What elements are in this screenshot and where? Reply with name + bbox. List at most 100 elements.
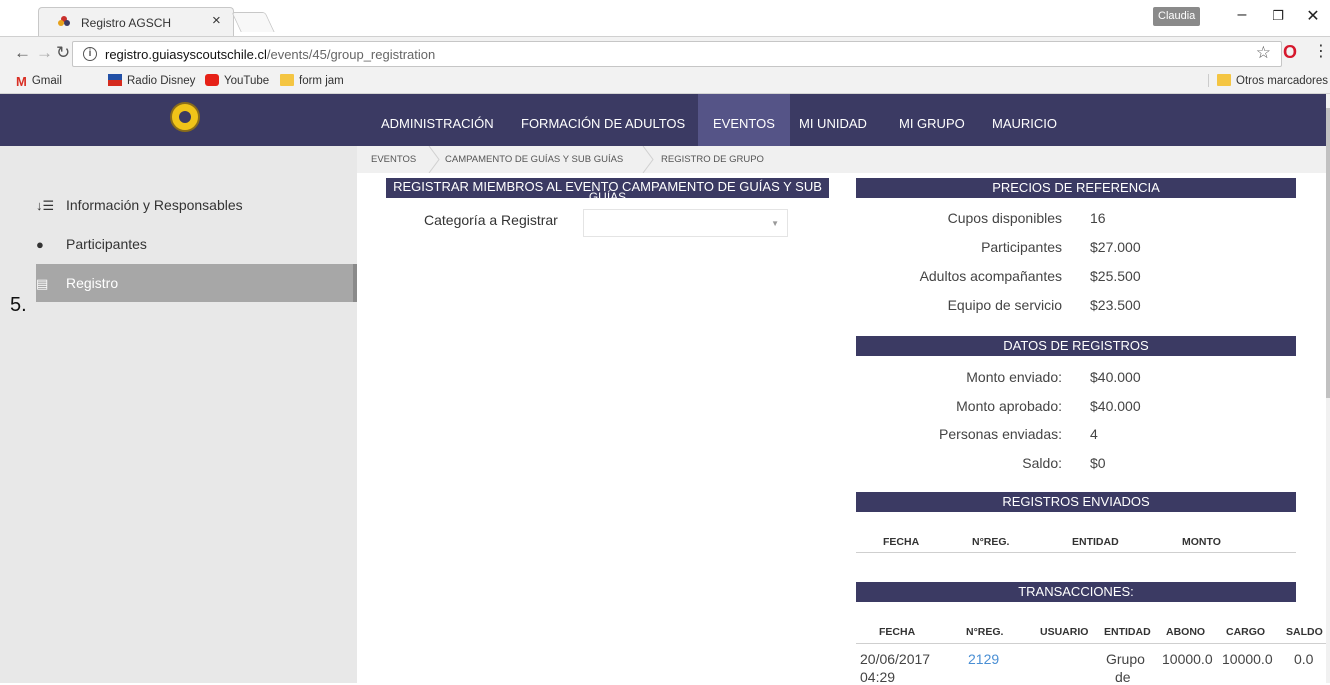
scrollbar-thumb[interactable] (1326, 108, 1330, 398)
nav-eventos[interactable]: EVENTOS (698, 94, 790, 146)
column-header-abono: ABONO (1166, 626, 1206, 638)
opera-extension-icon[interactable]: O (1283, 42, 1297, 63)
registry-value: $0 (1090, 455, 1106, 471)
user-icon: ● (36, 237, 44, 252)
registry-label: Personas enviadas: (939, 426, 1062, 442)
annotation-marker: 5. (10, 294, 27, 316)
cell-abono: 10000.0 (1162, 651, 1213, 667)
column-header-fecha: FECHA (883, 536, 920, 548)
registry-label: Monto aprobado: (956, 398, 1062, 414)
bookmark-youtube[interactable]: YouTube (205, 74, 269, 87)
column-header-nreg: N°REG. (966, 626, 1004, 638)
browser-tab[interactable]: Registro AGSCH × (38, 7, 234, 36)
cell-cargo: 10000.0 (1222, 651, 1273, 667)
category-select[interactable]: ▼ (583, 209, 788, 237)
flag-icon (108, 74, 122, 86)
breadcrumb-separator (642, 146, 654, 173)
url-path: /events/45/group_registration (266, 47, 436, 62)
sidebar-item-label: Registro (66, 275, 119, 291)
folder-icon (280, 74, 294, 86)
bookmark-form-jam[interactable]: form jam (280, 74, 344, 87)
column-header-fecha: FECHA (879, 626, 916, 638)
tab-close-icon[interactable]: × (212, 12, 221, 29)
registry-value: 4 (1090, 426, 1098, 442)
reload-icon[interactable]: ↻ (56, 43, 70, 63)
bookmark-gmail[interactable]: M Gmail (16, 74, 62, 89)
new-tab-button[interactable] (231, 12, 275, 32)
address-bar[interactable]: i registro.guiasyscoutschile.cl/events/4… (72, 41, 1282, 67)
transactions-header: TRANSACCIONES: (856, 582, 1296, 602)
tab-title: Registro AGSCH (81, 16, 172, 30)
breadcrumb-separator (428, 146, 440, 173)
price-label: Cupos disponibles (947, 210, 1062, 226)
price-value: 16 (1090, 210, 1106, 226)
sent-registries-header: REGISTROS ENVIADOS (856, 492, 1296, 512)
registration-header: REGISTRAR MIEMBROS AL EVENTO CAMPAMENTO … (386, 178, 829, 203)
price-label: Participantes (981, 239, 1062, 255)
bookmark-star-icon[interactable]: ☆ (1256, 43, 1271, 63)
nav-mi-grupo[interactable]: MI GRUPO (888, 94, 976, 146)
breadcrumb-registro-grupo: REGISTRO DE GRUPO (661, 154, 764, 165)
back-icon[interactable]: ← (14, 43, 31, 63)
gmail-icon: M (16, 74, 27, 89)
dropdown-arrow-icon: ▼ (771, 219, 779, 228)
close-window-icon[interactable]: ✕ (1303, 6, 1323, 26)
other-bookmarks[interactable]: Otros marcadores (1208, 74, 1328, 87)
bookmarks-bar: M Gmail Radio Disney YouTube form jam Otr… (0, 70, 1330, 94)
nav-mi-unidad[interactable]: MI UNIDAD (788, 94, 878, 146)
registry-label: Monto enviado: (966, 369, 1062, 385)
column-header-usuario: USUARIO (1040, 626, 1089, 638)
cell-saldo: 0.0 (1294, 651, 1314, 667)
sidebar-item-participantes[interactable]: ● Participantes (36, 225, 356, 263)
column-header-nreg: N°REG. (972, 536, 1010, 548)
cell-entidad-line1: Grupo (1106, 651, 1145, 667)
column-header-entidad: ENTIDAD (1072, 536, 1119, 548)
sidebar-item-label: Participantes (66, 236, 147, 252)
active-item-indicator (353, 264, 357, 302)
bookmark-label: Radio Disney (127, 75, 196, 87)
bookmark-label: Gmail (31, 75, 62, 87)
page-scrollbar[interactable] (1326, 94, 1330, 683)
breadcrumb-eventos[interactable]: EVENTOS (371, 154, 416, 165)
browser-tab-strip: Registro AGSCH × Claudia – ❐ ✕ (0, 0, 1330, 36)
registry-value: $40.000 (1090, 369, 1141, 385)
price-value: $23.500 (1090, 297, 1141, 313)
sidebar-item-label: Información y Responsables (66, 197, 243, 213)
price-label: Adultos acompañantes (919, 268, 1062, 284)
nav-administracion[interactable]: ADMINISTRACIÓN (370, 94, 505, 146)
cell-nreg-link[interactable]: 2129 (968, 651, 999, 667)
site-header: ADMINISTRACIÓN FORMACIÓN DE ADULTOS EVEN… (0, 94, 1326, 146)
column-header-monto: MONTO (1182, 536, 1221, 548)
minimize-icon[interactable]: – (1232, 6, 1252, 24)
browser-toolbar: ← → ↻ i registro.guiasyscoutschile.cl/ev… (0, 36, 1330, 70)
forward-icon[interactable]: → (36, 43, 53, 63)
price-label: Equipo de servicio (947, 297, 1062, 313)
column-header-entidad: ENTIDAD (1104, 626, 1151, 638)
bookmark-radio-disney[interactable]: Radio Disney (108, 74, 195, 87)
table-divider (856, 643, 1326, 644)
sort-list-icon: ↓☰ (36, 198, 55, 213)
nav-mauricio[interactable]: MAURICIO (981, 94, 1068, 146)
other-bookmarks-label: Otros marcadores (1236, 75, 1329, 87)
site-info-icon[interactable]: i (83, 47, 97, 61)
youtube-icon (205, 74, 219, 86)
table-divider (856, 552, 1296, 553)
prices-header: PRECIOS DE REFERENCIA (856, 178, 1296, 198)
folder-icon (1217, 74, 1231, 86)
cell-fecha-date: 20/06/2017 (860, 651, 931, 667)
registry-data-header: DATOS DE REGISTROS (856, 336, 1296, 356)
restore-icon[interactable]: ❐ (1268, 8, 1288, 24)
registry-value: $40.000 (1090, 398, 1141, 414)
bookmark-label: form jam (299, 75, 344, 87)
nav-formacion-adultos[interactable]: FORMACIÓN DE ADULTOS (510, 94, 696, 146)
breadcrumb-campamento[interactable]: CAMPAMENTO DE GUÍAS Y SUB GUÍAS (445, 154, 623, 165)
agsch-logo[interactable] (170, 102, 200, 132)
url-text: registro.guiasyscoutschile.cl/events/45/… (105, 47, 435, 62)
sidebar-item-informacion[interactable]: ↓☰ Información y Responsables (36, 186, 356, 224)
profile-badge[interactable]: Claudia (1153, 7, 1201, 26)
chrome-menu-icon[interactable]: ⋮ (1313, 41, 1329, 61)
sidebar-item-registro[interactable]: ▤ Registro (36, 264, 353, 302)
column-header-saldo: SALDO (1286, 626, 1323, 638)
bookmark-label: YouTube (224, 75, 270, 87)
registry-label: Saldo: (1022, 455, 1062, 471)
